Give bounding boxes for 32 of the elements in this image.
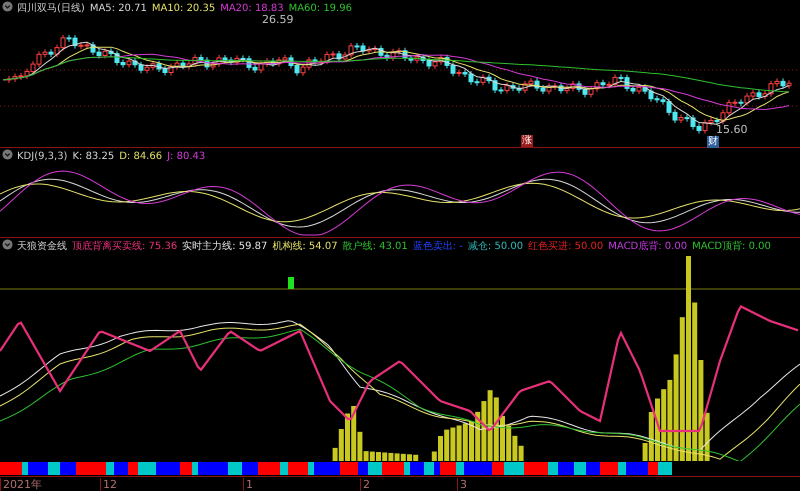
legend-label: 蓝色卖出: -	[412, 241, 463, 252]
time-axis-label: 2021年	[0, 478, 42, 491]
legend-label: 实时主力线: 59.87	[182, 241, 268, 252]
panel-title: KDJ(9,3,3)	[17, 151, 68, 162]
time-axis-label: 2	[360, 478, 370, 491]
legend-label: MACD顶背: 0.00	[692, 241, 771, 252]
time-axis-label: 3	[457, 478, 467, 491]
low-price-label: 15.60	[716, 124, 748, 136]
signal-bar-icon	[288, 277, 294, 289]
dropdown-icon[interactable]	[2, 239, 13, 250]
legend-label: 顶底背离买卖线: 75.36	[72, 241, 178, 252]
high-price-label: 26.59	[262, 14, 294, 26]
legend-label: D: 84.66	[119, 151, 162, 162]
legend-label: 红色买进: 50.00	[528, 241, 604, 252]
event-marker: 涨	[521, 135, 533, 147]
legend-label: MA5: 20.71	[90, 3, 147, 14]
panel-title: 四川双马(日线)	[17, 3, 85, 14]
legend-label: J: 80.43	[167, 151, 206, 162]
legend-label: MA60: 19.96	[288, 3, 352, 14]
legend-label: MA20: 18.83	[220, 3, 284, 14]
legend-label: 减仓: 50.00	[468, 241, 524, 252]
panel-title: 天狼资金线	[17, 241, 67, 252]
legend-label: MA10: 20.35	[152, 3, 216, 14]
legend-label: 散户线: 43.01	[342, 241, 408, 252]
legend-label: MACD底背: 0.00	[608, 241, 688, 252]
dropdown-icon[interactable]	[2, 149, 13, 160]
time-axis-label: 12	[100, 478, 117, 491]
time-axis-label: 1	[243, 478, 253, 491]
legend-label: 机构线: 54.07	[272, 241, 338, 252]
dropdown-icon[interactable]	[2, 1, 13, 12]
event-marker: 财	[707, 136, 719, 148]
legend-label: K: 83.25	[72, 151, 114, 162]
